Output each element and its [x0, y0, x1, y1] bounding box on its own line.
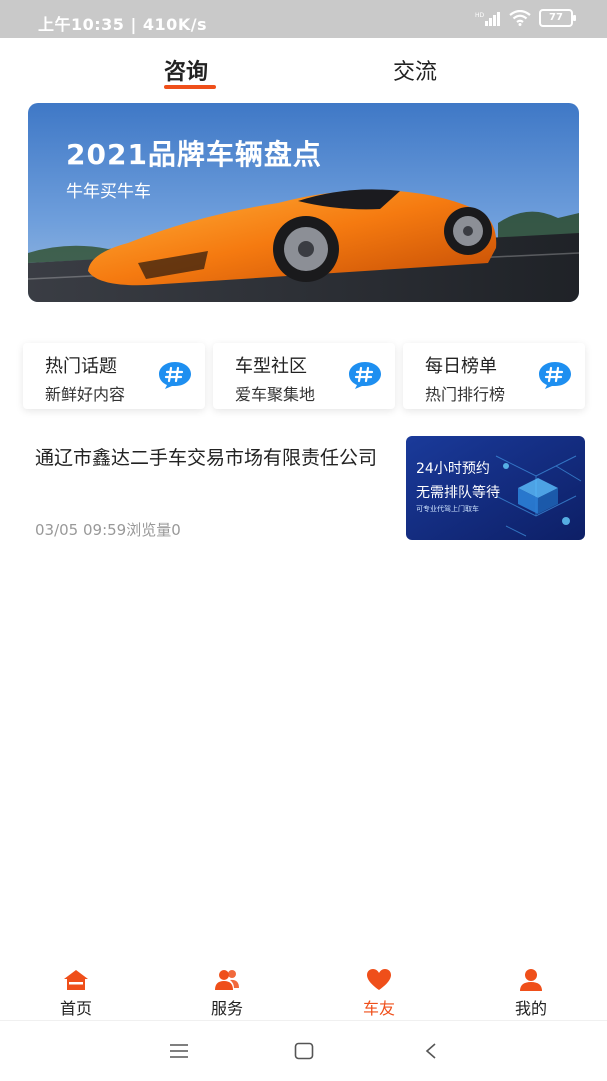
card-title: 每日榜单 — [425, 356, 497, 377]
hashtag-bubble-icon — [349, 362, 381, 389]
article-title: 通辽市鑫达二手车交易市场有限责任公司 — [35, 447, 378, 469]
nav-item-home[interactable]: 首页 — [36, 968, 116, 1019]
thumb-line-2: 无需排队等待 — [416, 485, 500, 501]
svg-text:HD: HD — [475, 12, 485, 19]
status-time: 上午10:35 | 410K/s — [38, 15, 208, 34]
category-card-car-community[interactable]: 车型社区 爱车聚集地 — [213, 343, 395, 409]
card-subtitle: 新鲜好内容 — [45, 385, 126, 404]
promo-banner[interactable]: 2021品牌车辆盘点 牛年买牛车 — [28, 103, 579, 302]
home-icon — [64, 970, 88, 990]
user-icon — [520, 969, 542, 991]
back-icon[interactable] — [424, 1042, 438, 1060]
signal-icon: HD — [475, 12, 500, 26]
battery-level: 77 — [549, 12, 563, 23]
hashtag-bubble-icon — [539, 362, 571, 389]
bottom-nav: 首页 服务 车友 我的 — [0, 960, 607, 1020]
battery-icon: 77 — [539, 9, 576, 27]
nav-label: 首页 — [59, 999, 92, 1018]
status-icons: HD 77 — [475, 9, 576, 27]
users-icon — [215, 970, 239, 990]
status-bar: 上午10:35 | 410K/s HD 77 — [0, 0, 607, 38]
nav-item-car-friends[interactable]: 车友 — [339, 968, 419, 1019]
article-meta: 03/05 09:59浏览量0 — [35, 521, 181, 539]
top-tabs: 咨询 交流 — [0, 38, 607, 96]
card-subtitle: 爱车聚集地 — [235, 385, 316, 404]
category-card-hot-topics[interactable]: 热门话题 新鲜好内容 — [23, 343, 205, 409]
heart-icon — [367, 969, 391, 990]
wifi-icon — [509, 10, 531, 26]
card-title: 车型社区 — [235, 356, 307, 377]
banner-title: 2021品牌车辆盘点 — [66, 138, 322, 171]
nav-item-mine[interactable]: 我的 — [491, 968, 571, 1019]
thumb-line-1: 24小时预约 — [416, 461, 490, 477]
active-tab-indicator — [164, 85, 216, 89]
category-card-daily-ranking[interactable]: 每日榜单 热门排行榜 — [403, 343, 585, 409]
system-nav-bar — [0, 1020, 607, 1081]
card-subtitle: 热门排行榜 — [425, 385, 506, 404]
hashtag-bubble-icon — [159, 362, 191, 389]
nav-item-service[interactable]: 服务 — [187, 968, 267, 1019]
home-square-icon[interactable] — [294, 1042, 314, 1060]
nav-label: 车友 — [362, 999, 395, 1018]
tab-consult[interactable]: 咨询 — [164, 54, 208, 86]
menu-icon[interactable] — [169, 1043, 189, 1059]
nav-label: 我的 — [514, 999, 547, 1018]
tab-exchange[interactable]: 交流 — [393, 54, 437, 86]
banner-subtitle: 牛年买牛车 — [66, 182, 151, 202]
article-thumbnail: 24小时预约 无需排队等待 可专业代驾上门取车 — [406, 436, 585, 540]
nav-label: 服务 — [210, 999, 243, 1018]
thumb-line-3: 可专业代驾上门取车 — [416, 505, 479, 513]
card-title: 热门话题 — [45, 356, 117, 377]
